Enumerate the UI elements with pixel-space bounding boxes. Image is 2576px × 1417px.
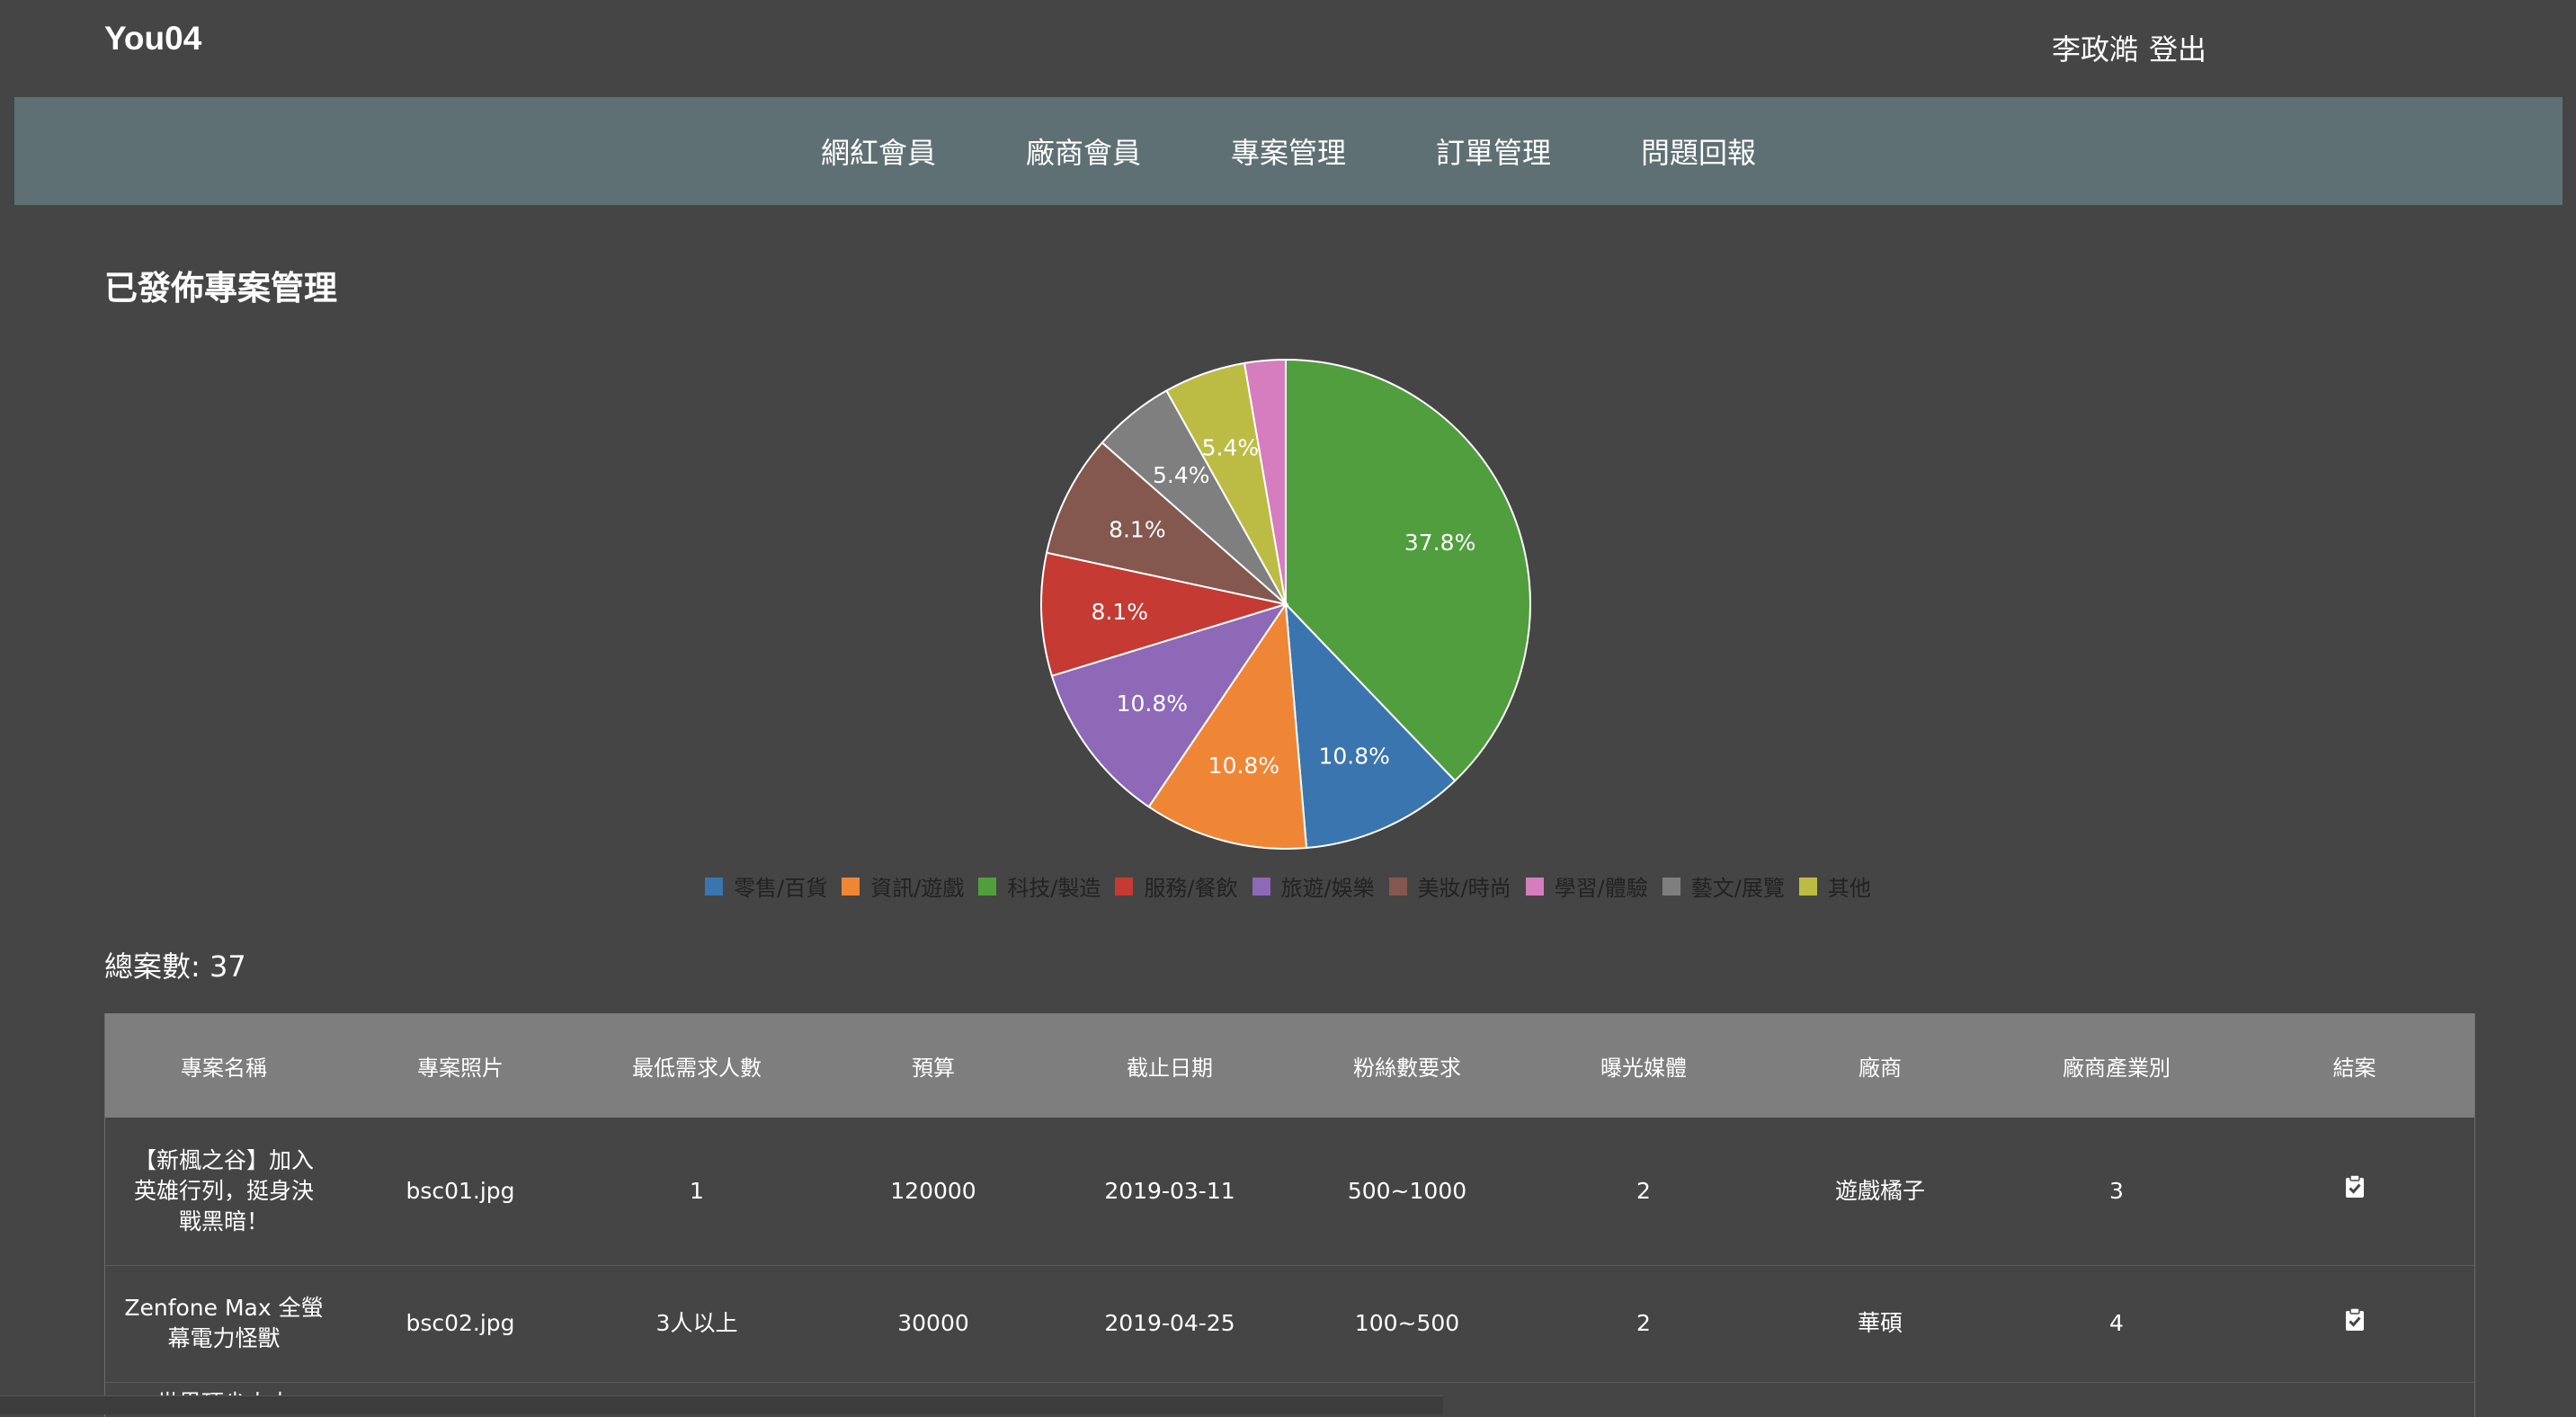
cell-vendor-industry: 4 bbox=[2109, 1310, 2124, 1336]
industry-pie-chart: 37.8% 10.8% 10.8% 10.8% 8.1% 8.1% 5.4%5.4% bbox=[1040, 358, 1531, 850]
col-header-media[interactable]: 曝光媒體 bbox=[1526, 1013, 1761, 1118]
legend-swatch bbox=[842, 877, 860, 896]
legend-label: 資訊/遊戲 bbox=[870, 876, 965, 901]
legend-label: 其他 bbox=[1827, 876, 1871, 901]
legend-label: 藝文/展覽 bbox=[1690, 876, 1785, 901]
col-header-close-case[interactable]: 結案 bbox=[2234, 1013, 2474, 1118]
cell-close-case bbox=[2234, 1265, 2474, 1382]
legend-item[interactable]: 零售/百貨 bbox=[705, 870, 827, 902]
nav-project-management[interactable]: 專案管理 bbox=[1231, 130, 1346, 172]
legend-label: 美妝/時尚 bbox=[1417, 876, 1511, 901]
col-header-vendor-industry[interactable]: 廠商產業別 bbox=[1999, 1013, 2234, 1118]
chart-legend: 零售/百貨 資訊/遊戲 科技/製造 服務/餐飲 旅遊/娛樂 美妝/時尚 學習/體驗 藝文/展覽… bbox=[0, 870, 2576, 902]
legend-item[interactable]: 藝文/展覽 bbox=[1662, 870, 1785, 902]
cell-min-people: 3人以上 bbox=[655, 1310, 738, 1336]
legend-item[interactable]: 服務/餐飲 bbox=[1115, 870, 1238, 902]
legend-item[interactable]: 資訊/遊戲 bbox=[842, 870, 964, 902]
nav-issue-report[interactable]: 問題回報 bbox=[1641, 130, 1756, 172]
table-row: Zenfone Max 全螢幕電力怪獸 bsc02.jpg 3人以上 30000… bbox=[105, 1265, 2474, 1382]
pie-slice-label: 8.1% bbox=[1091, 599, 1148, 625]
col-header-min-people[interactable]: 最低需求人數 bbox=[578, 1013, 816, 1118]
legend-item[interactable]: 其他 bbox=[1798, 870, 1871, 902]
user-area: 李政澔 登出 bbox=[2052, 27, 2206, 68]
pie-slice-label: 10.8% bbox=[1208, 753, 1279, 779]
page-title: 已發佈專案管理 bbox=[104, 269, 337, 307]
cell-project-name: Zenfone Max 全螢幕電力怪獸 bbox=[124, 1295, 324, 1351]
legend-label: 科技/製造 bbox=[1007, 876, 1101, 901]
cell-project-photo: bsc01.jpg bbox=[406, 1177, 515, 1204]
cell-budget: 120000 bbox=[890, 1177, 976, 1204]
top-bar: You04 李政澔 登出 bbox=[0, 0, 2576, 97]
nav-vendor-members[interactable]: 廠商會員 bbox=[1026, 130, 1141, 172]
total-projects: 總案數: 37 bbox=[104, 949, 246, 984]
legend-swatch bbox=[978, 877, 997, 896]
clipboard-check-icon[interactable] bbox=[2345, 1174, 2365, 1207]
cell-project-name: 【新楓之谷】加入英雄行列，挺身決戰黑暗！ bbox=[133, 1146, 314, 1234]
cell-vendor: 遊戲橘子 bbox=[1834, 1177, 1925, 1204]
pie-slice-label: 5.4% bbox=[1202, 435, 1260, 461]
pie-slice-label: 8.1% bbox=[1109, 517, 1166, 543]
cell-follower-req: 500~1000 bbox=[1347, 1177, 1467, 1204]
pie-slice-label: 5.4% bbox=[1153, 462, 1210, 488]
clipboard-check-icon[interactable] bbox=[2345, 1306, 2365, 1340]
legend-swatch bbox=[1388, 877, 1407, 896]
projects-table: 專案名稱 專案照片 最低需求人數 預算 截止日期 粉絲數要求 曝光媒體 廠商 廠… bbox=[104, 1013, 2475, 1417]
brand-logo[interactable]: You04 bbox=[104, 20, 201, 58]
table-row: 【新楓之谷】加入英雄行列，挺身決戰黑暗！ bsc01.jpg 1 120000 … bbox=[105, 1118, 2474, 1265]
col-header-project-photo[interactable]: 專案照片 bbox=[343, 1013, 578, 1118]
pie-slice-label: 37.8% bbox=[1404, 530, 1475, 556]
legend-label: 學習/體驗 bbox=[1554, 876, 1648, 901]
cell-follower-req: 100~500 bbox=[1354, 1310, 1460, 1336]
cell-deadline: 2019-04-25 bbox=[1104, 1310, 1235, 1336]
main-nav: 網紅會員 廠商會員 專案管理 訂單管理 問題回報 bbox=[14, 97, 2563, 205]
nav-order-management[interactable]: 訂單管理 bbox=[1436, 130, 1551, 172]
col-header-budget[interactable]: 預算 bbox=[816, 1013, 1051, 1118]
legend-swatch bbox=[1252, 877, 1270, 896]
cell-media: 2 bbox=[1636, 1177, 1651, 1204]
logout-link[interactable]: 登出 bbox=[2149, 32, 2206, 67]
cell-deadline: 2019-03-11 bbox=[1104, 1177, 1235, 1204]
col-header-project-name[interactable]: 專案名稱 bbox=[105, 1013, 343, 1118]
nav-influencer-members[interactable]: 網紅會員 bbox=[821, 130, 936, 172]
legend-item[interactable]: 學習/體驗 bbox=[1525, 870, 1648, 902]
col-header-deadline[interactable]: 截止日期 bbox=[1051, 1013, 1288, 1118]
table-header-row: 專案名稱 專案照片 最低需求人數 預算 截止日期 粉絲數要求 曝光媒體 廠商 廠… bbox=[105, 1013, 2474, 1118]
cell-min-people: 1 bbox=[690, 1177, 704, 1204]
legend-swatch bbox=[1662, 877, 1680, 896]
legend-label: 旅遊/娛樂 bbox=[1280, 876, 1375, 901]
legend-item[interactable]: 旅遊/娛樂 bbox=[1252, 870, 1375, 902]
cell-project-photo: bsc02.jpg bbox=[406, 1310, 515, 1336]
legend-item[interactable]: 科技/製造 bbox=[978, 870, 1101, 902]
legend-swatch bbox=[1798, 877, 1817, 896]
legend-label: 零售/百貨 bbox=[734, 876, 828, 901]
cell-vendor-industry: 3 bbox=[2109, 1177, 2124, 1204]
legend-swatch bbox=[705, 877, 724, 896]
legend-item[interactable]: 美妝/時尚 bbox=[1388, 870, 1511, 902]
col-header-vendor[interactable]: 廠商 bbox=[1761, 1013, 1999, 1118]
pie-slice-label: 10.8% bbox=[1117, 691, 1188, 717]
user-name: 李政澔 bbox=[2052, 32, 2139, 67]
col-header-follower-req[interactable]: 粉絲數要求 bbox=[1288, 1013, 1526, 1118]
legend-swatch bbox=[1115, 877, 1134, 896]
cell-vendor: 華碩 bbox=[1857, 1310, 1903, 1336]
legend-label: 服務/餐飲 bbox=[1144, 876, 1238, 901]
horizontal-scrollbar[interactable] bbox=[0, 1395, 1443, 1414]
cell-close-case bbox=[2234, 1118, 2474, 1265]
pie-slice-label: 10.8% bbox=[1318, 744, 1389, 770]
cell-media: 2 bbox=[1636, 1310, 1651, 1336]
cell-budget: 30000 bbox=[897, 1310, 969, 1336]
legend-swatch bbox=[1525, 877, 1544, 896]
